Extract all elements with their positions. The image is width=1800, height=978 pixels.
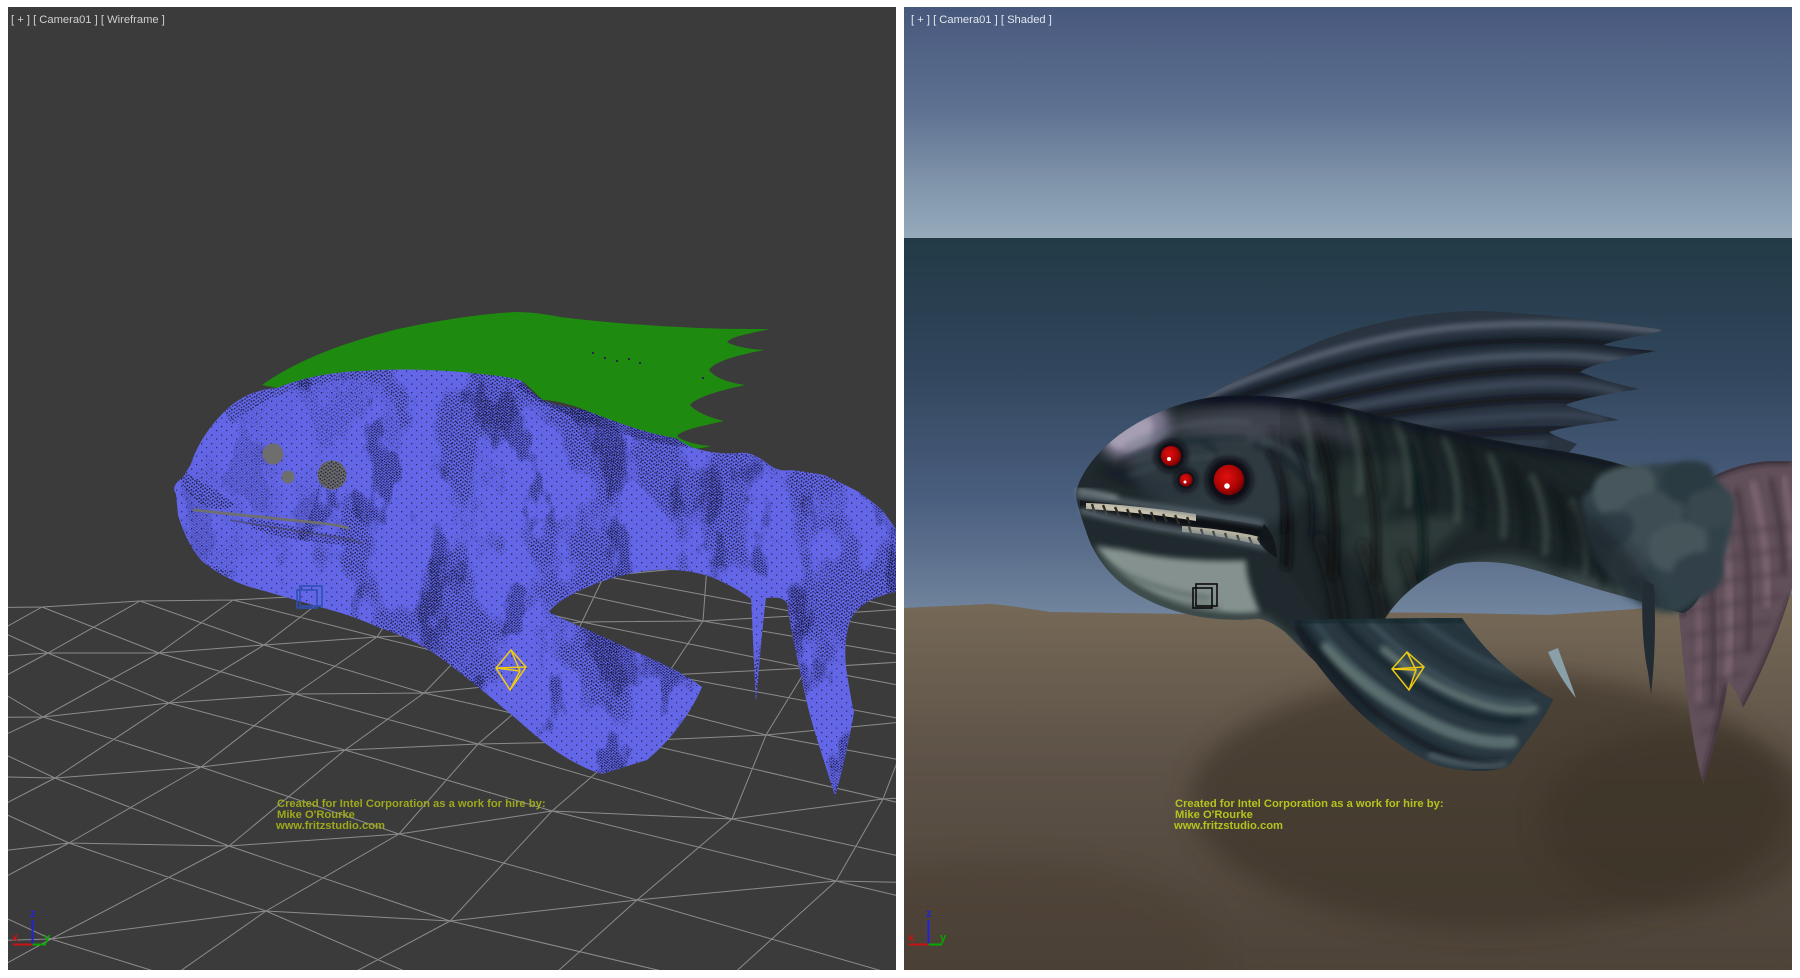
- svg-text:x: x: [908, 932, 915, 944]
- svg-text:y: y: [44, 932, 51, 944]
- svg-text:[ + ] [ Camera01 ] [ Wireframe: [ + ] [ Camera01 ] [ Wireframe ]: [11, 14, 165, 26]
- svg-text:[ + ] [ Camera01 ] [ Shaded ]: [ + ] [ Camera01 ] [ Shaded ]: [911, 14, 1052, 26]
- svg-text:z: z: [30, 908, 36, 920]
- svg-text:www.fritzstudio.com: www.fritzstudio.com: [1173, 820, 1283, 832]
- svg-text:y: y: [940, 932, 947, 944]
- svg-text:z: z: [926, 908, 932, 920]
- svg-text:www.fritzstudio.com: www.fritzstudio.com: [275, 820, 385, 832]
- svg-text:x: x: [12, 932, 19, 944]
